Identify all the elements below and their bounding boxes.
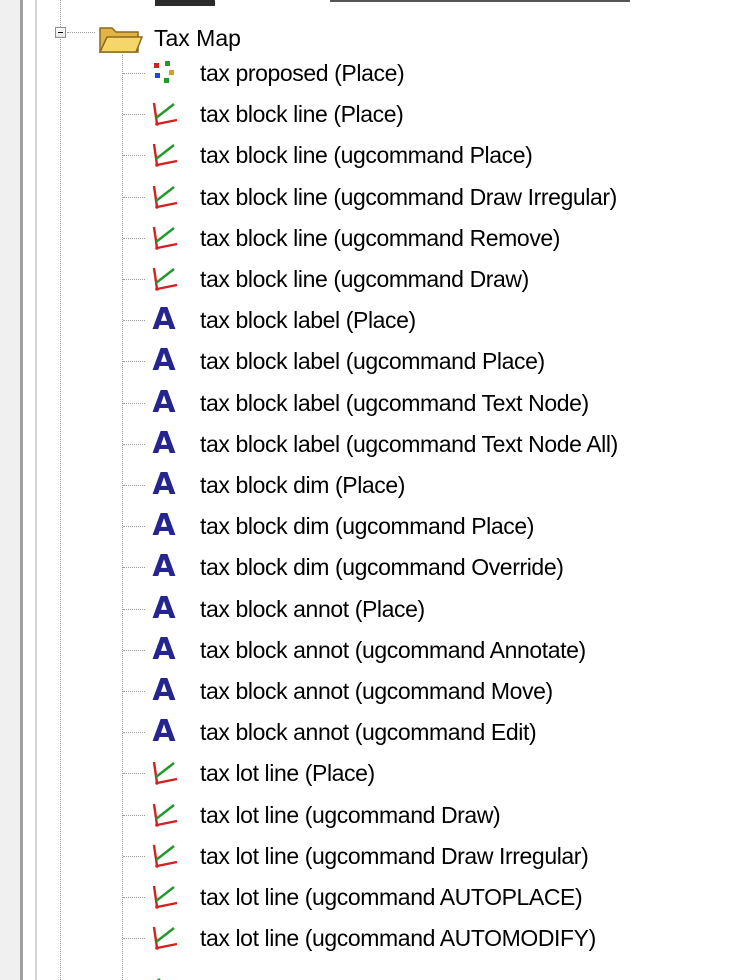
tree-item[interactable]: Atax block label (ugcommand Text Node) <box>0 386 731 420</box>
tree-item[interactable]: tax block line (ugcommand Place) <box>0 138 731 172</box>
point-feature-icon <box>148 58 180 88</box>
tree-item[interactable]: Atax block annot (ugcommand Edit) <box>0 715 731 749</box>
tree-item[interactable]: tax block line (Place) <box>0 97 731 131</box>
folder-open-icon <box>98 27 144 53</box>
tree-connector <box>123 650 145 651</box>
tree-item-label: tax block annot (ugcommand Move) <box>200 678 553 704</box>
tree-connector <box>123 815 145 816</box>
tree-item[interactable]: Atax block annot (Place) <box>0 592 731 626</box>
tree-item[interactable]: tax lot line (ugcommand AUTOPLACE) <box>0 880 731 914</box>
tree-connector <box>123 320 145 321</box>
tree-item[interactable]: tax block line (ugcommand Draw Irregular… <box>0 180 731 214</box>
text-feature-icon: A <box>152 508 176 543</box>
tree-item[interactable]: tax lot line (ugcommand Draw Irregular) <box>0 839 731 873</box>
tree-connector <box>123 691 145 692</box>
tree-connector <box>123 485 145 486</box>
tree-item-label: tax block dim (ugcommand Override) <box>200 554 564 580</box>
tree-item[interactable]: tax lot line (ugcommand Draw) <box>0 798 731 832</box>
line-feature-icon <box>148 800 180 830</box>
text-feature-icon: A <box>152 591 176 626</box>
line-feature-icon <box>148 882 180 912</box>
tree-connector <box>123 403 145 404</box>
tree-connector <box>123 155 145 156</box>
line-feature-icon <box>148 223 180 253</box>
tree-connector <box>123 526 145 527</box>
text-feature-icon: A <box>152 302 176 337</box>
text-feature-icon: A <box>152 426 176 461</box>
tree-item-label: tax block annot (ugcommand Edit) <box>200 719 537 745</box>
line-feature-icon <box>148 923 180 953</box>
tree-item[interactable]: Atax block dim (ugcommand Place) <box>0 509 731 543</box>
tree-item-label: tax block line (ugcommand Place) <box>200 142 533 168</box>
tree-item-label: tax block line (Place) <box>200 101 404 127</box>
collapse-toggle[interactable] <box>55 27 66 38</box>
text-feature-icon: A <box>152 467 176 502</box>
tree-item-label: tax lot line (ugcommand AUTOPLACE) <box>200 884 583 910</box>
tree-item-label: tax lot line (ugcommand Draw) <box>200 802 501 828</box>
tree-connector <box>123 609 145 610</box>
tree-connector <box>123 73 145 74</box>
tree-item[interactable]: tax block line (ugcommand Remove) <box>0 221 731 255</box>
tree-connector <box>123 444 145 445</box>
tree-item[interactable]: Atax block dim (ugcommand Override) <box>0 550 731 584</box>
tree-item[interactable]: Atax block annot (ugcommand Annotate) <box>0 633 731 667</box>
tree-item-label: tax block label (ugcommand Text Node) <box>200 390 589 416</box>
tree-item-label: tax block annot (Place) <box>200 596 425 622</box>
tree-connector <box>60 0 61 27</box>
tree-item[interactable]: tax lot line (Place) <box>0 756 731 790</box>
text-feature-icon: A <box>152 632 176 667</box>
tree-item-label: tax block line (ugcommand Draw) <box>200 266 529 292</box>
group-label-tax-map[interactable]: Tax Map <box>154 21 241 55</box>
tree-connector <box>123 856 145 857</box>
tree-connector <box>123 567 145 568</box>
tree-item[interactable]: Atax block label (ugcommand Text Node Al… <box>0 427 731 461</box>
clipped-next-row <box>148 972 348 980</box>
line-feature-icon <box>148 264 180 294</box>
tree-item[interactable]: tax proposed (Place) <box>0 56 731 90</box>
tree-item-label: tax lot line (ugcommand Draw Irregular) <box>200 843 589 869</box>
tree-connector <box>123 238 145 239</box>
tree-item-label: tax block label (Place) <box>200 307 416 333</box>
tree-item[interactable]: tax lot line (ugcommand AUTOMODIFY) <box>0 921 731 955</box>
tree-item[interactable]: tax block line (ugcommand Draw) <box>0 262 731 296</box>
text-feature-icon: A <box>152 343 176 378</box>
tree-connector <box>123 773 145 774</box>
line-feature-icon <box>148 140 180 170</box>
text-feature-icon: A <box>152 549 176 584</box>
tree-item-label: tax proposed (Place) <box>200 60 405 86</box>
tree-item[interactable]: Atax block dim (Place) <box>0 468 731 502</box>
tree-item-label: tax block label (ugcommand Place) <box>200 348 545 374</box>
tree-item[interactable]: Atax block annot (ugcommand Move) <box>0 674 731 708</box>
tree-item-label: tax block dim (ugcommand Place) <box>200 513 535 539</box>
line-feature-icon <box>148 182 180 212</box>
tree-item-label: tax lot line (Place) <box>200 760 375 786</box>
tree-item-label: tax block dim (Place) <box>200 472 406 498</box>
tree-connector <box>123 897 145 898</box>
clipped-row-text <box>330 0 630 2</box>
tree-connector <box>123 197 145 198</box>
tree-item-label: tax block annot (ugcommand Annotate) <box>200 637 586 663</box>
tree-connector <box>123 361 145 362</box>
tree-connector <box>123 938 145 939</box>
line-feature-icon <box>148 841 180 871</box>
tree-connector <box>67 32 95 33</box>
line-feature-icon <box>148 99 180 129</box>
tree-connector <box>123 279 145 280</box>
tree-item-label: tax block label (ugcommand Text Node All… <box>200 431 618 457</box>
tree-connector <box>123 732 145 733</box>
line-feature-icon <box>148 758 180 788</box>
tree-item[interactable]: Atax block label (ugcommand Place) <box>0 344 731 378</box>
clipped-row-icon <box>155 0 215 6</box>
tree-item-label: tax block line (ugcommand Draw Irregular… <box>200 184 617 210</box>
text-feature-icon: A <box>152 714 176 749</box>
tree-item[interactable]: Atax block label (Place) <box>0 303 731 337</box>
tree-connector <box>123 114 145 115</box>
text-feature-icon: A <box>152 385 176 420</box>
tree-item-label: tax lot line (ugcommand AUTOMODIFY) <box>200 925 596 951</box>
tree-item-label: tax block line (ugcommand Remove) <box>200 225 561 251</box>
text-feature-icon: A <box>152 673 176 708</box>
